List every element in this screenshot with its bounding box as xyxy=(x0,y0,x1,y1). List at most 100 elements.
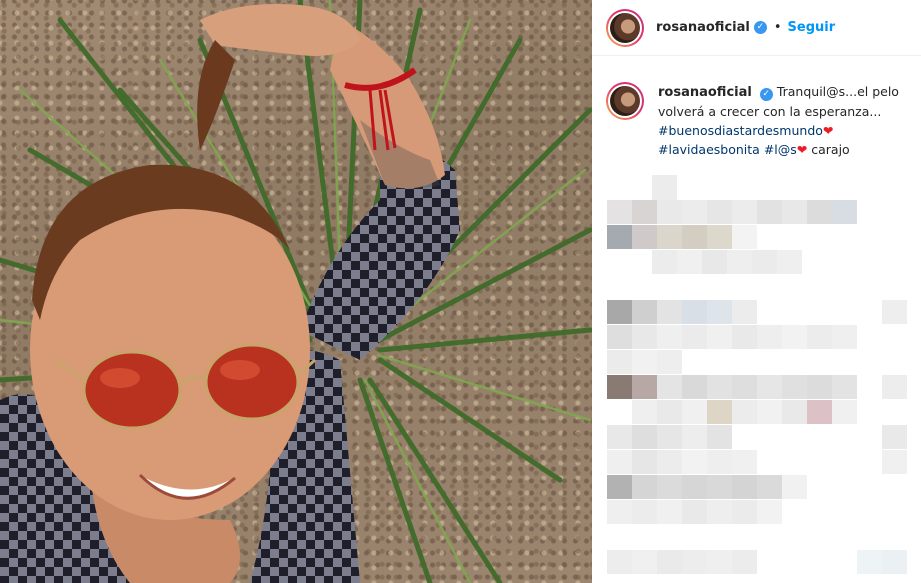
obscured-comment-block xyxy=(657,500,682,524)
obscured-comment-block xyxy=(882,550,907,574)
obscured-comment-block xyxy=(757,400,782,424)
obscured-comment-block xyxy=(782,325,807,349)
obscured-comment-block xyxy=(807,400,832,424)
obscured-comment-block xyxy=(757,375,782,399)
obscured-comment-block xyxy=(732,400,757,424)
caption-body: rosanaoficial ✓ Tranquil@s...el pelo vol… xyxy=(658,82,907,159)
obscured-comment-block xyxy=(632,375,657,399)
author-username[interactable]: rosanaoficial xyxy=(656,20,750,35)
obscured-comment-block xyxy=(632,300,657,324)
obscured-comment-block xyxy=(657,325,682,349)
obscured-comment-block xyxy=(832,400,857,424)
post-photo[interactable] xyxy=(0,0,592,583)
post-side-panel: rosanaoficial ✓ • Seguir rosanaoficial ✓… xyxy=(592,0,921,583)
obscured-comment-block xyxy=(657,375,682,399)
obscured-comment-block xyxy=(682,200,707,224)
hashtag-link[interactable]: #lavidaesbonita xyxy=(658,142,760,157)
obscured-comment-block xyxy=(782,475,807,499)
obscured-comment-block xyxy=(702,250,727,274)
obscured-comment-block xyxy=(707,550,732,574)
obscured-comment-block xyxy=(682,550,707,574)
obscured-comment-block xyxy=(832,375,857,399)
obscured-comment-block xyxy=(607,475,632,499)
obscured-comment-block xyxy=(657,200,682,224)
obscured-comment-block xyxy=(652,250,677,274)
obscured-comment-block xyxy=(607,350,632,374)
obscured-comment-block xyxy=(682,325,707,349)
obscured-comment-block xyxy=(607,200,632,224)
obscured-comment-block xyxy=(732,225,757,249)
obscured-comment-block xyxy=(757,325,782,349)
verified-badge-icon: ✓ xyxy=(753,21,767,34)
obscured-comment-block xyxy=(657,300,682,324)
obscured-comment-block xyxy=(682,500,707,524)
caption-username[interactable]: rosanaoficial xyxy=(658,85,752,100)
obscured-comment-block xyxy=(732,500,757,524)
obscured-comment-block xyxy=(607,325,632,349)
hashtag-link[interactable]: #buenosdiastardesmundo xyxy=(658,123,823,138)
verified-badge-icon: ✓ xyxy=(759,88,773,101)
obscured-comment-block xyxy=(632,225,657,249)
obscured-comment-block xyxy=(682,400,707,424)
obscured-comment-block xyxy=(607,450,632,474)
obscured-comment-block xyxy=(632,425,657,449)
obscured-comment-block xyxy=(632,325,657,349)
obscured-comment-block xyxy=(732,325,757,349)
obscured-comment-block xyxy=(632,550,657,574)
obscured-comment-block xyxy=(882,425,907,449)
obscured-comment-block xyxy=(707,475,732,499)
obscured-comment-block xyxy=(707,450,732,474)
obscured-comment-block xyxy=(732,450,757,474)
obscured-comment-block xyxy=(632,200,657,224)
post-header: rosanaoficial ✓ • Seguir xyxy=(592,0,921,56)
obscured-comment-block xyxy=(832,325,857,349)
obscured-comment-block xyxy=(682,425,707,449)
obscured-comment-block xyxy=(607,375,632,399)
obscured-comment-block xyxy=(677,250,702,274)
post-photo-illustration xyxy=(0,0,592,583)
obscured-comment-block xyxy=(607,500,632,524)
obscured-comment-block xyxy=(807,375,832,399)
obscured-comment-block xyxy=(707,325,732,349)
obscured-comment-block xyxy=(757,475,782,499)
caption-avatar[interactable] xyxy=(606,82,644,120)
obscured-comment-block xyxy=(757,200,782,224)
obscured-comment-block xyxy=(607,225,632,249)
obscured-comment-block xyxy=(682,450,707,474)
obscured-comment-block xyxy=(632,400,657,424)
hashtag-link[interactable]: #l@s xyxy=(764,142,797,157)
author-avatar[interactable] xyxy=(606,8,644,47)
obscured-comment-block xyxy=(657,475,682,499)
obscured-comment-block xyxy=(807,325,832,349)
heart-icon: ❤ xyxy=(796,142,808,157)
obscured-comment-block xyxy=(707,425,732,449)
obscured-comment-block xyxy=(632,350,657,374)
obscured-comment-block xyxy=(882,375,907,399)
obscured-comment-block xyxy=(782,375,807,399)
caption-tail-text: carajo xyxy=(811,142,850,157)
obscured-comment-block xyxy=(682,225,707,249)
obscured-comment-block xyxy=(882,300,907,324)
obscured-comment-block xyxy=(707,375,732,399)
follow-button[interactable]: Seguir xyxy=(788,20,836,35)
obscured-comment-block xyxy=(732,300,757,324)
obscured-comment-block xyxy=(607,425,632,449)
obscured-comment-block xyxy=(707,225,732,249)
obscured-comment-block xyxy=(657,350,682,374)
obscured-comment-block xyxy=(832,200,857,224)
obscured-comment-block xyxy=(857,550,882,574)
obscured-comment-block xyxy=(732,550,757,574)
obscured-comment-block xyxy=(657,225,682,249)
obscured-comment-block xyxy=(657,400,682,424)
obscured-comment-block xyxy=(732,475,757,499)
obscured-comment-block xyxy=(607,550,632,574)
obscured-comment-block xyxy=(657,425,682,449)
obscured-comment-block xyxy=(632,475,657,499)
obscured-comment-block xyxy=(807,200,832,224)
obscured-comment-block xyxy=(682,300,707,324)
obscured-comment-block xyxy=(727,250,752,274)
obscured-comment-block xyxy=(782,200,807,224)
obscured-comment-block xyxy=(707,200,732,224)
obscured-comment-block xyxy=(632,500,657,524)
obscured-comment-block xyxy=(657,450,682,474)
